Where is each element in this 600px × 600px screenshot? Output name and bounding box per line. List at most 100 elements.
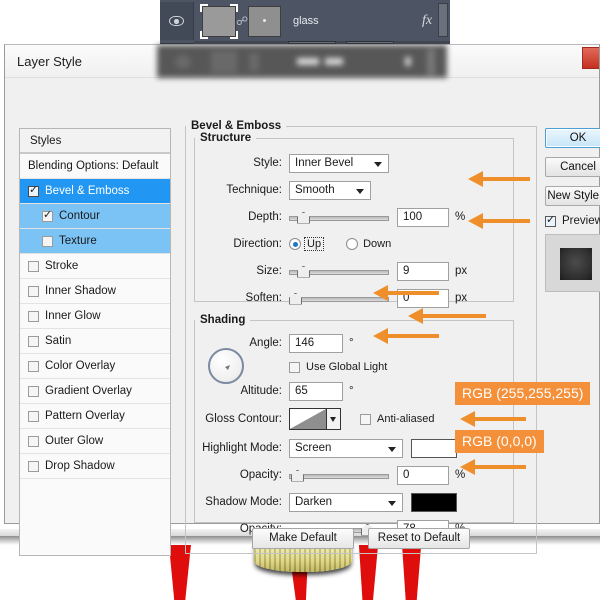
highlight-mode-select[interactable]: Screen <box>289 439 403 458</box>
highlight-opacity-label: Opacity: <box>185 469 289 481</box>
soften-slider[interactable] <box>289 289 389 308</box>
eye-icon <box>169 16 184 26</box>
radio-direction-down[interactable] <box>346 238 358 250</box>
highlight-mode-value: Screen <box>295 442 331 454</box>
sidebar-item-pattern-overlay[interactable]: Pattern Overlay <box>20 404 170 429</box>
annotation-shadow-rgb: RGB (0,0,0) <box>455 430 544 453</box>
size-input[interactable]: 9 <box>397 262 449 281</box>
checkbox-preview[interactable] <box>545 216 556 227</box>
checkbox-texture[interactable] <box>42 236 53 247</box>
layers-panel: ☍ glass fx ▼ <box>160 0 450 44</box>
styles-header: Styles <box>20 129 170 154</box>
use-global-light-label: Use Global Light <box>306 361 387 373</box>
dialog-action-buttons: OK Cancel New Style... Preview <box>545 128 600 292</box>
sidebar-item-contour[interactable]: Contour <box>20 204 170 229</box>
preview-swatch <box>560 248 592 280</box>
row-angle: Angle: 146 ° <box>185 332 505 354</box>
checkbox-satin[interactable] <box>28 336 39 347</box>
angle-input[interactable]: 146 <box>289 334 343 353</box>
sidebar-item-label: Texture <box>59 229 97 254</box>
checkbox-drop-shadow[interactable] <box>28 461 39 472</box>
gloss-contour-dropdown[interactable] <box>327 408 341 430</box>
checkbox-contour[interactable] <box>42 211 53 222</box>
checkbox-anti-aliased[interactable] <box>360 414 371 425</box>
checkbox-color-overlay[interactable] <box>28 361 39 372</box>
sidebar-item-label: Color Overlay <box>45 354 115 379</box>
sidebar-item-inner-shadow[interactable]: Inner Shadow <box>20 279 170 304</box>
highlight-mode-label: Highlight Mode: <box>185 442 289 454</box>
layer-thumbnail[interactable] <box>202 6 236 37</box>
depth-label: Depth: <box>185 211 289 223</box>
altitude-unit: ° <box>349 385 354 397</box>
structure-group-title: Structure <box>195 132 256 144</box>
depth-slider[interactable] <box>289 208 389 227</box>
row-style: Style: Inner Bevel <box>185 152 505 174</box>
highlight-opacity-unit: % <box>455 469 465 481</box>
highlight-opacity-input[interactable]: 0 <box>397 466 449 485</box>
styles-item-blending-options[interactable]: Blending Options: Default <box>20 154 170 179</box>
sidebar-item-satin[interactable]: Satin <box>20 329 170 354</box>
sidebar-item-drop-shadow[interactable]: Drop Shadow <box>20 454 170 479</box>
sidebar-item-color-overlay[interactable]: Color Overlay <box>20 354 170 379</box>
blending-options-label: Blending Options: Default <box>28 154 158 179</box>
dialog-titlebar[interactable]: Layer Style <box>5 45 599 78</box>
highlight-opacity-thumb[interactable] <box>291 470 304 482</box>
row-technique: Technique: Smooth <box>185 179 505 201</box>
ok-button[interactable]: OK <box>545 128 600 148</box>
fx-icon[interactable]: fx <box>422 13 436 29</box>
soften-input[interactable]: 0 <box>397 289 449 308</box>
checkbox-inner-glow[interactable] <box>28 311 39 322</box>
make-default-button[interactable]: Make Default <box>252 528 354 549</box>
size-slider[interactable] <box>289 262 389 281</box>
sidebar-item-texture[interactable]: Texture <box>20 229 170 254</box>
highlight-opacity-slider[interactable] <box>289 466 389 485</box>
sidebar-item-inner-glow[interactable]: Inner Glow <box>20 304 170 329</box>
sidebar-item-stroke[interactable]: Stroke <box>20 254 170 279</box>
sidebar-item-label: Satin <box>45 329 71 354</box>
preview-toggle[interactable]: Preview <box>545 215 600 227</box>
bevel-emboss-options: Bevel & Emboss Structure Style: Inner Be… <box>185 120 537 556</box>
chevron-down-icon <box>388 447 396 452</box>
layer-row-glass[interactable]: ☍ glass fx ▼ <box>160 2 450 40</box>
size-slider-thumb[interactable] <box>297 266 310 278</box>
layers-scrollbar[interactable] <box>438 3 448 37</box>
gloss-contour-preview[interactable] <box>289 408 327 430</box>
checkbox-stroke[interactable] <box>28 261 39 272</box>
new-style-button[interactable]: New Style... <box>545 186 600 206</box>
radio-direction-up[interactable] <box>289 238 301 250</box>
checkbox-inner-shadow[interactable] <box>28 286 39 297</box>
checkbox-pattern-overlay[interactable] <box>28 411 39 422</box>
reset-to-default-button[interactable]: Reset to Default <box>368 528 470 549</box>
row-use-global-light: Use Global Light <box>185 356 505 378</box>
technique-select[interactable]: Smooth <box>289 181 371 200</box>
sidebar-item-outer-glow[interactable]: Outer Glow <box>20 429 170 454</box>
highlight-color-swatch[interactable] <box>411 439 457 458</box>
chevron-down-icon <box>388 501 396 506</box>
shadow-mode-select[interactable]: Darken <box>289 493 403 512</box>
altitude-label: Altitude: <box>185 385 289 397</box>
size-unit: px <box>455 265 467 277</box>
checkbox-outer-glow[interactable] <box>28 436 39 447</box>
sidebar-item-gradient-overlay[interactable]: Gradient Overlay <box>20 379 170 404</box>
checkbox-use-global-light[interactable] <box>289 362 300 373</box>
depth-input[interactable]: 100 <box>397 208 449 227</box>
layer-mask-thumbnail[interactable] <box>248 6 281 37</box>
cancel-button[interactable]: Cancel <box>545 157 600 177</box>
style-select[interactable]: Inner Bevel <box>289 154 389 173</box>
gloss-contour-label: Gloss Contour: <box>185 413 289 425</box>
checkbox-bevel-emboss[interactable] <box>28 186 39 197</box>
sidebar-item-bevel-emboss[interactable]: Bevel & Emboss <box>20 179 170 204</box>
depth-slider-thumb[interactable] <box>297 212 310 224</box>
layer-name: glass <box>281 15 422 27</box>
altitude-input[interactable]: 65 <box>289 382 343 401</box>
close-icon[interactable] <box>582 47 599 69</box>
row-gloss-contour: Gloss Contour: Anti-aliased <box>185 408 505 430</box>
row-depth: Depth: 100 % <box>185 206 505 228</box>
checkbox-gradient-overlay[interactable] <box>28 386 39 397</box>
layer-visibility-toggle[interactable] <box>160 2 194 40</box>
row-highlight-opacity: Opacity: 0 % <box>185 464 505 486</box>
shadow-color-swatch[interactable] <box>411 493 457 512</box>
style-value: Inner Bevel <box>295 157 353 169</box>
soften-slider-thumb[interactable] <box>289 293 302 305</box>
sidebar-item-label: Inner Glow <box>45 304 101 329</box>
